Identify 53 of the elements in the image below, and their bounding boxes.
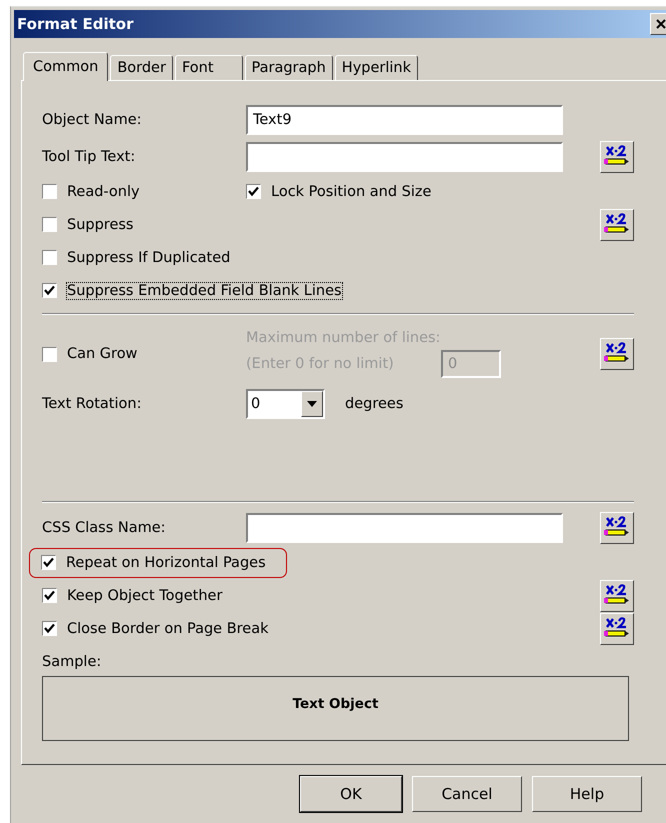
field-label: Object Name: [42, 112, 142, 128]
sample-label: Sample: [42, 654, 102, 670]
window-title: Format Editor [17, 15, 134, 33]
checkbox-label: Suppress If Duplicated [67, 250, 230, 266]
checkmark-icon [43, 557, 54, 568]
checkbox[interactable] [42, 283, 57, 298]
text-field[interactable]: Text9 [246, 104, 563, 134]
checkbox[interactable] [42, 217, 57, 232]
formula-button[interactable] [600, 140, 634, 172]
checkbox[interactable] [42, 250, 57, 265]
dialog-button[interactable]: Cancel [412, 776, 522, 812]
checkbox[interactable] [42, 621, 57, 636]
formula-button[interactable] [600, 208, 634, 240]
dropdown-arrow-icon [307, 401, 317, 407]
checkbox-label: Lock Position and Size [271, 184, 432, 200]
checkbox-label: Can Grow [67, 346, 138, 362]
field-label: Tool Tip Text: [42, 148, 136, 164]
max-lines-label: Maximum number of lines: [246, 330, 441, 346]
hint-text: (Enter 0 for no limit) [246, 356, 395, 372]
formula-button[interactable] [600, 612, 634, 644]
field-label: Text Rotation: [42, 396, 142, 412]
checkbox-label: Suppress [67, 216, 134, 232]
close-icon [656, 19, 666, 29]
sample-preview: Text Object [42, 676, 629, 741]
field-label: CSS Class Name: [42, 520, 167, 536]
checkbox[interactable] [42, 346, 57, 362]
checkmark-icon [44, 285, 55, 296]
checkmark-icon [44, 623, 55, 634]
formula-button[interactable] [600, 580, 634, 612]
checkbox-label: Suppress Embedded Field Blank Lines [67, 282, 342, 298]
checkbox-label: Close Border on Page Break [67, 620, 269, 636]
checkmark-icon [44, 590, 55, 601]
tab[interactable]: Font [174, 55, 243, 80]
checkbox[interactable] [42, 588, 57, 603]
checkbox[interactable] [41, 555, 56, 570]
checkbox-label: Keep Object Together [67, 588, 222, 604]
text-field[interactable] [246, 142, 563, 172]
checkbox[interactable] [42, 184, 57, 199]
formula-button[interactable] [600, 338, 634, 370]
checkbox-label: Read-only [67, 184, 140, 200]
tab[interactable]: Border [110, 55, 173, 80]
tab[interactable]: Common [23, 52, 108, 81]
unit-label: degrees [345, 396, 404, 412]
tab[interactable]: Paragraph [244, 55, 333, 80]
dialog-button[interactable]: OK [300, 776, 402, 812]
formula-button[interactable] [600, 512, 634, 544]
rotation-dropdown[interactable]: 0 [246, 389, 325, 419]
tab[interactable]: Hyperlink [334, 55, 418, 80]
text-field[interactable] [246, 512, 563, 542]
dialog-button[interactable]: Help [532, 776, 642, 812]
checkmark-icon [248, 186, 259, 197]
checkbox[interactable] [246, 184, 261, 199]
checkbox-label: Repeat on Horizontal Pages [66, 554, 266, 570]
